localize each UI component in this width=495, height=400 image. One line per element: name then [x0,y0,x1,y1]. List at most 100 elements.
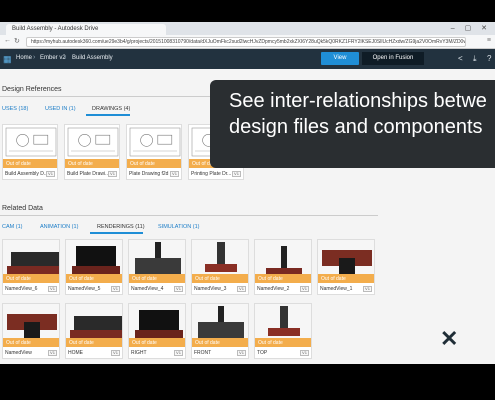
drawing-card[interactable]: Out of date Plate Drawing f2d V1 [126,124,182,180]
drawing-card[interactable]: Out of date Build Plate Drawi... V1 [64,124,120,180]
x-logo-icon: ✕ [440,326,459,351]
rendering-card[interactable]: Out of date NamedView_4 V1 [128,239,186,295]
rendering-card[interactable]: Out of date RIGHT V1 [128,303,186,359]
tab-drawings[interactable]: DRAWINGS (4) [92,106,130,112]
tab-cam[interactable]: CAM (1) [2,224,22,230]
rendering-thumbnail[interactable] [255,240,311,274]
rendering-thumbnail[interactable] [129,240,185,274]
rendering-card[interactable]: Out of date NamedView_5 V1 [65,239,123,295]
rendering-card[interactable]: Out of date NamedView V1 [2,303,60,359]
status-badge: Out of date [3,159,57,168]
card-title[interactable]: NamedView_1 [320,286,352,292]
rendering-thumbnail[interactable] [192,240,248,274]
rendering-thumbnail[interactable] [3,304,59,338]
card-title[interactable]: HOME [68,350,83,356]
status-badge: Out of date [66,274,122,283]
rendering-card[interactable]: Out of date TOP V1 [254,303,312,359]
share-icon[interactable]: < [458,54,463,63]
chevron-right-icon: › [33,54,36,61]
open-in-fusion-button[interactable]: Open in Fusion [362,52,424,65]
card-title[interactable]: Build Plate Drawi... [67,171,109,177]
card-title[interactable]: NamedView_3 [194,286,226,292]
video-frame: Build Assembly - Autodesk Drive – ▢ ✕ ← … [0,0,495,400]
card-title[interactable]: RIGHT [131,350,147,356]
rendering-card[interactable]: Out of date HOME V1 [65,303,123,359]
version-count-badge[interactable]: V1 [237,286,246,292]
tooltip-line-1: See inter-relationships betwe [229,90,487,112]
version-count-badge[interactable]: V1 [237,350,246,356]
view-button[interactable]: View [321,52,359,65]
breadcrumb-project[interactable]: Ember v2 [40,55,66,61]
rendering-thumbnail[interactable] [255,304,311,338]
rendering-card[interactable]: Out of date NamedView_2 V1 [254,239,312,295]
version-count-badge[interactable]: V1 [48,286,57,292]
rendering-thumbnail[interactable] [192,304,248,338]
rendering-thumbnail[interactable] [129,304,185,338]
url-field[interactable]: https://myhub.autodesk360.com/ue29e3b4/g… [26,37,466,47]
version-count-badge[interactable]: V1 [363,286,372,292]
tab-renderings[interactable]: RENDERINGS (11) [97,224,145,230]
menu-icon[interactable]: ≡ [487,37,491,44]
app-header: ▦ Home › Ember v2 › Build Assembly View … [0,49,495,69]
version-count-badge[interactable]: V1 [170,171,179,177]
card-title[interactable]: NamedView_5 [68,286,100,292]
chevron-right-icon: › [64,54,67,61]
card-title[interactable]: TOP [257,350,267,356]
divider [0,215,378,216]
card-title[interactable]: NamedView [5,350,32,356]
tab-animation[interactable]: ANIMATION (1) [40,224,78,230]
status-badge: Out of date [129,338,185,347]
window-controls[interactable]: – ▢ ✕ [451,24,491,32]
rendering-card[interactable]: Out of date NamedView_3 V1 [191,239,249,295]
card-title[interactable]: NamedView_4 [131,286,163,292]
rendering-card[interactable]: Out of date FRONT V1 [191,303,249,359]
version-count-badge[interactable]: V1 [174,350,183,356]
tab-simulation[interactable]: SIMULATION (1) [158,224,199,230]
active-tab-indicator [90,232,143,234]
version-count-badge[interactable]: V1 [300,350,309,356]
status-badge: Out of date [192,274,248,283]
tab-uses[interactable]: USES (18) [2,106,28,112]
version-count-badge[interactable]: V1 [300,286,309,292]
browser-tab[interactable]: Build Assembly - Autodesk Drive [6,24,166,35]
drawing-thumbnail[interactable] [127,125,181,159]
version-count-badge[interactable]: V1 [46,171,55,177]
card-title[interactable]: FRONT [194,350,211,356]
status-badge: Out of date [65,159,119,168]
version-count-badge[interactable]: V1 [108,171,117,177]
rendering-thumbnail[interactable] [318,240,374,274]
card-title[interactable]: Printing Plate Dr... [191,171,231,177]
version-count-badge[interactable]: V1 [174,286,183,292]
card-title[interactable]: NamedView_6 [5,286,37,292]
active-tab-indicator [86,114,130,116]
rendering-card[interactable]: Out of date NamedView_6 V1 [2,239,60,295]
version-count-badge[interactable]: V1 [48,350,57,356]
card-title[interactable]: Build Assembly D... [5,171,48,177]
card-title[interactable]: NamedView_2 [257,286,289,292]
version-count-badge[interactable]: V1 [232,171,241,177]
feature-tooltip: See inter-relationships betwe design fil… [210,80,495,168]
card-title[interactable]: Plate Drawing f2d [129,171,168,177]
rendering-thumbnail[interactable] [66,304,122,338]
status-badge: Out of date [192,338,248,347]
rendering-thumbnail[interactable] [3,240,59,274]
status-badge: Out of date [3,274,59,283]
grid-icon[interactable]: ▦ [3,54,12,65]
back-icon[interactable]: ← [4,37,11,44]
breadcrumb-home[interactable]: Home [16,55,32,61]
browser-tab-bar: Build Assembly - Autodesk Drive – ▢ ✕ [0,22,495,35]
related-data-title: Related Data [2,205,43,212]
download-icon[interactable]: ⤓ [473,54,477,64]
version-count-badge[interactable]: V1 [111,350,120,356]
tab-used-in[interactable]: USED IN (1) [45,106,76,112]
help-icon[interactable]: ? [487,54,491,63]
version-count-badge[interactable]: V1 [111,286,120,292]
rendering-thumbnail[interactable] [66,240,122,274]
drawing-thumbnail[interactable] [65,125,119,159]
reload-icon[interactable]: ↻ [14,37,20,45]
rendering-card[interactable]: Out of date NamedView_1 V1 [317,239,375,295]
drawing-thumbnail[interactable] [3,125,57,159]
drawing-card[interactable]: Out of date Build Assembly D... V1 [2,124,58,180]
status-badge: Out of date [127,159,181,168]
status-badge: Out of date [318,274,374,283]
